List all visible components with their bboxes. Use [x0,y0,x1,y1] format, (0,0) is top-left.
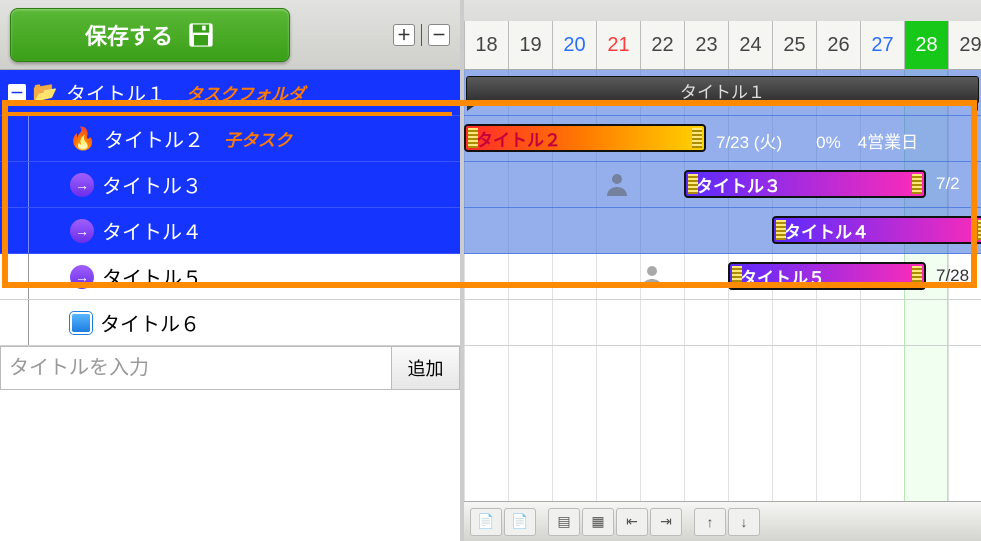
date-cell: 29 [948,21,981,69]
gantt-bar-label: タイトル２ [476,126,561,151]
bottom-toolbar: 📄 📄 ▤ ▦ ⇤ ⇥ ↑ ↓ [464,501,981,541]
tree-row[interactable]: 🔥 タイトル２ 子タスク [0,116,460,162]
gantt-bar-info: 7/23 (火) 0% 4営業日 [716,128,918,153]
gantt-row: タイトル３ 7/2 [464,162,981,208]
collapse-all-button[interactable]: － [428,24,450,46]
gantt-bar-label: タイトル３ [696,172,781,197]
gantt-row: タイトル４ [464,208,981,254]
avatar-icon [640,264,664,288]
date-cell: 24 [728,21,772,69]
arrow-icon: → [70,219,94,243]
date-cell: 21 [596,21,640,69]
gantt-bar-label: タイトル４ [784,218,869,243]
add-task-button[interactable]: 追加 [391,347,459,389]
gantt-bar-info: 7/28 [936,266,969,286]
tool-format2-icon[interactable]: ▦ [582,508,614,536]
date-cell: 19 [508,21,552,69]
annotation-label: タスクフォルダ [186,80,305,105]
date-cell: 27 [860,21,904,69]
arrow-icon: → [70,173,94,197]
tree-item-label: タイトル１ [66,78,166,107]
arrow-icon: → [70,265,94,289]
gantt-row: タイトル５ 7/28 [464,254,981,300]
tool-format1-icon[interactable]: ▤ [548,508,580,536]
task-tree: －📂タイトル１タスクフォルダ🔥タイトル２子タスク→タイトル３→タイトル４→タイト… [0,70,460,346]
date-cell: 18 [464,21,508,69]
tree-item-label: タイトル４ [102,216,202,245]
gantt-group-header: タイトル１ [466,76,979,104]
gantt-row [464,300,981,346]
date-cell: 25 [772,21,816,69]
save-label: 保存する [85,19,173,51]
date-cell: 26 [816,21,860,69]
gantt-bar[interactable]: タイトル４ [772,216,981,244]
left-toolbar: 保存する ＋ － [0,0,460,70]
tree-item-label: タイトル２ [104,124,204,153]
tool-down-icon[interactable]: ↓ [728,508,760,536]
separator [421,24,422,46]
gantt-row: タイトル２ 7/23 (火) 0% 4営業日 [464,116,981,162]
tree-row[interactable]: → タイトル４ [0,208,460,254]
gantt-row: タイトル１ [464,70,981,116]
folder-icon: 📂 [32,80,58,106]
gantt-bar-info: 7/2 [936,174,960,194]
avatar-icon [605,172,629,196]
gantt-bar[interactable]: タイトル２ [464,124,706,152]
tool-new2-icon[interactable]: 📄 [504,508,536,536]
tree-item-label: タイトル６ [100,308,200,337]
tool-outdent-icon[interactable]: ⇤ [616,508,648,536]
add-task-row: 追加 [0,346,460,390]
gantt-bar[interactable]: タイトル３ [684,170,926,198]
expand-all-button[interactable]: ＋ [393,24,415,46]
tree-row[interactable]: － 📂 タイトル１ タスクフォルダ [0,70,460,116]
square-icon [70,312,92,334]
date-cell: 22 [640,21,684,69]
add-task-input[interactable] [1,347,391,389]
date-header: 181920212223242526272829 [464,0,981,70]
date-cell: 23 [684,21,728,69]
tree-item-label: タイトル３ [102,170,202,199]
tool-up-icon[interactable]: ↑ [694,508,726,536]
tree-row[interactable]: タイトル６ [0,300,460,346]
gantt-bar[interactable]: タイトル５ [728,262,926,290]
tree-row[interactable]: → タイトル３ [0,162,460,208]
tool-indent-icon[interactable]: ⇥ [650,508,682,536]
date-cell: 20 [552,21,596,69]
fire-icon: 🔥 [70,126,96,152]
date-cell: 28 [904,21,948,69]
gantt-bar-label: タイトル５ [740,264,825,289]
save-button[interactable]: 保存する [10,8,290,62]
tree-row[interactable]: → タイトル５ [0,254,460,300]
row-toggle[interactable]: － [8,84,26,102]
tool-new-icon[interactable]: 📄 [470,508,502,536]
gantt-area: タイトル１ タイトル２ 7/23 (火) 0% 4営業日タイトル３ 7/2 タイトル４ タ… [464,70,981,346]
annotation-label: 子タスク [224,126,292,151]
save-icon [187,21,215,49]
tree-item-label: タイトル５ [102,262,202,291]
